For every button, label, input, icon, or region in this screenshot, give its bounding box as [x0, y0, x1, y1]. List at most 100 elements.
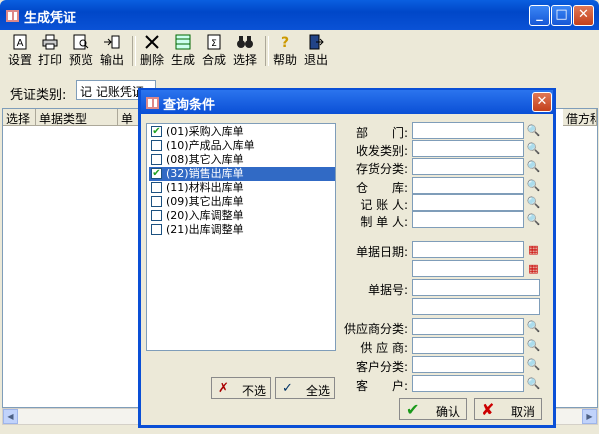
bookkeeper-search-icon[interactable]: 🔍 — [526, 195, 541, 210]
settings-icon: A — [13, 34, 27, 50]
warehouse-search-icon[interactable]: 🔍 — [526, 178, 541, 193]
exit-label: 退出 — [303, 53, 328, 67]
column-header-debit[interactable]: 借方科 — [563, 109, 597, 126]
delete-button[interactable]: 删除 — [138, 34, 166, 68]
doc-date-to-input[interactable] — [412, 260, 524, 277]
supplier-class-search-icon[interactable]: 🔍 — [526, 319, 541, 334]
deselect-button[interactable]: ✗ 不选 — [211, 377, 271, 399]
document-type-label: (11)材料出库单 — [166, 181, 244, 194]
document-type-checkbox[interactable] — [151, 196, 162, 207]
dialog-close-button[interactable]: ✕ — [532, 92, 552, 112]
customer-class-search-icon[interactable]: 🔍 — [526, 357, 541, 372]
department-search-icon[interactable]: 🔍 — [526, 123, 541, 138]
document-type-checkbox[interactable]: ✔ — [151, 168, 162, 179]
doc-no-to-input[interactable] — [412, 298, 540, 315]
document-type-checkbox[interactable] — [151, 210, 162, 221]
bookkeeper-label: 记 账 人: — [360, 198, 408, 212]
document-type-item[interactable]: (21)出库调整单 — [149, 223, 335, 237]
preview-button[interactable]: 预览 — [67, 34, 95, 68]
supplier-class-label: 供应商分类: — [343, 322, 408, 336]
merge-button[interactable]: Σ 合成 — [200, 34, 228, 68]
svg-text:Σ: Σ — [211, 39, 217, 49]
print-button[interactable]: 打印 — [36, 34, 64, 68]
export-label: 输出 — [99, 53, 124, 67]
export-button[interactable]: 输出 — [98, 34, 126, 68]
toolbar-separator — [132, 36, 136, 66]
document-type-item[interactable]: ✔ (01)采购入库单 — [149, 125, 335, 139]
document-type-item[interactable]: (20)入库调整单 — [149, 209, 335, 223]
settings-button[interactable]: A 设置 — [7, 34, 33, 68]
column-header-select[interactable]: 选择 — [3, 109, 36, 126]
document-type-list[interactable]: ✔ (01)采购入库单 (10)产成品入库单 (08)其它入库单 ✔ (32)销售出库单(… — [146, 123, 336, 351]
document-type-item[interactable]: (10)产成品入库单 — [149, 139, 335, 153]
maker-search-icon[interactable]: 🔍 — [526, 212, 541, 227]
cancel-label: 取消 — [511, 405, 536, 419]
document-type-checkbox[interactable] — [151, 182, 162, 193]
customer-search-icon[interactable]: 🔍 — [526, 376, 541, 391]
doc-no-from-input[interactable] — [412, 279, 540, 296]
delete-icon — [145, 35, 159, 49]
cancel-button[interactable]: ✘ 取消 — [474, 398, 542, 420]
customer-input[interactable] — [412, 375, 524, 392]
maximize-button[interactable]: □ — [551, 5, 572, 26]
help-icon: ? — [281, 35, 289, 50]
close-button[interactable]: ✕ — [573, 5, 594, 26]
inventory-class-search-icon[interactable]: 🔍 — [526, 159, 541, 174]
document-type-checkbox[interactable] — [151, 140, 162, 151]
main-title-bar: 生成凭证 _ □ ✕ — [0, 0, 599, 30]
customer-class-input[interactable] — [412, 356, 524, 373]
supplier-class-input[interactable] — [412, 318, 524, 335]
calendar-icon[interactable]: ▦ — [526, 242, 541, 257]
select-all-button[interactable]: ✓ 全选 — [275, 377, 335, 399]
document-type-checkbox[interactable] — [151, 224, 162, 235]
exit-icon — [309, 34, 324, 50]
select-button[interactable]: 选择 — [231, 34, 259, 68]
select-all-label: 全选 — [306, 384, 331, 398]
warehouse-input[interactable] — [412, 177, 524, 194]
window-title: 生成凭证 — [24, 11, 77, 26]
bookkeeper-input[interactable] — [412, 194, 524, 211]
ok-button[interactable]: ✔ 确认 — [399, 398, 467, 420]
generate-icon — [175, 34, 191, 50]
receive-send-type-search-icon[interactable]: 🔍 — [526, 141, 541, 156]
scroll-right-arrow[interactable]: ▶ — [582, 409, 597, 424]
document-type-label: (09)其它出库单 — [166, 195, 244, 208]
cross-icon: ✘ — [481, 400, 495, 419]
select-all-icon: ✓ — [282, 381, 293, 396]
dialog-title-bar: 查询条件 — [141, 90, 553, 114]
checkmark-icon: ✔ — [406, 400, 420, 419]
document-type-label: (01)采购入库单 — [166, 125, 244, 138]
scroll-left-arrow[interactable]: ◀ — [3, 409, 18, 424]
doc-date-label: 单据日期: — [355, 245, 408, 259]
inventory-class-input[interactable] — [412, 158, 524, 175]
column-header-doc-type[interactable]: 单据类型 — [36, 109, 118, 126]
select-label: 选择 — [232, 53, 257, 67]
merge-icon: Σ — [207, 34, 221, 50]
document-type-checkbox[interactable]: ✔ — [151, 126, 162, 137]
document-type-item[interactable]: (08)其它入库单 — [149, 153, 335, 167]
document-type-item[interactable]: (09)其它出库单 — [149, 195, 335, 209]
customer-label: 客 户: — [355, 379, 408, 393]
print-label: 打印 — [37, 53, 62, 67]
help-button[interactable]: ? 帮助 — [271, 34, 299, 68]
deselect-label: 不选 — [242, 384, 267, 398]
svg-text:A: A — [17, 38, 24, 49]
department-input[interactable] — [412, 122, 524, 139]
inventory-class-label: 存货分类: — [355, 162, 408, 176]
exit-button[interactable]: 退出 — [302, 34, 330, 68]
minimize-button[interactable]: _ — [529, 5, 550, 26]
doc-date-from-input[interactable] — [412, 241, 524, 258]
maker-input[interactable] — [412, 211, 524, 228]
export-icon — [104, 35, 120, 49]
deselect-icon: ✗ — [218, 381, 229, 396]
receive-send-type-input[interactable] — [412, 140, 524, 157]
document-type-item[interactable]: (11)材料出库单 — [149, 181, 335, 195]
document-type-checkbox[interactable] — [151, 154, 162, 165]
help-label: 帮助 — [272, 53, 297, 67]
calendar-icon[interactable]: ▦ — [526, 261, 541, 276]
supplier-search-icon[interactable]: 🔍 — [526, 338, 541, 353]
printer-icon — [42, 34, 58, 50]
supplier-input[interactable] — [412, 337, 524, 354]
generate-button[interactable]: 生成 — [169, 34, 197, 68]
document-type-item[interactable]: ✔ (32)销售出库单 — [149, 167, 335, 181]
